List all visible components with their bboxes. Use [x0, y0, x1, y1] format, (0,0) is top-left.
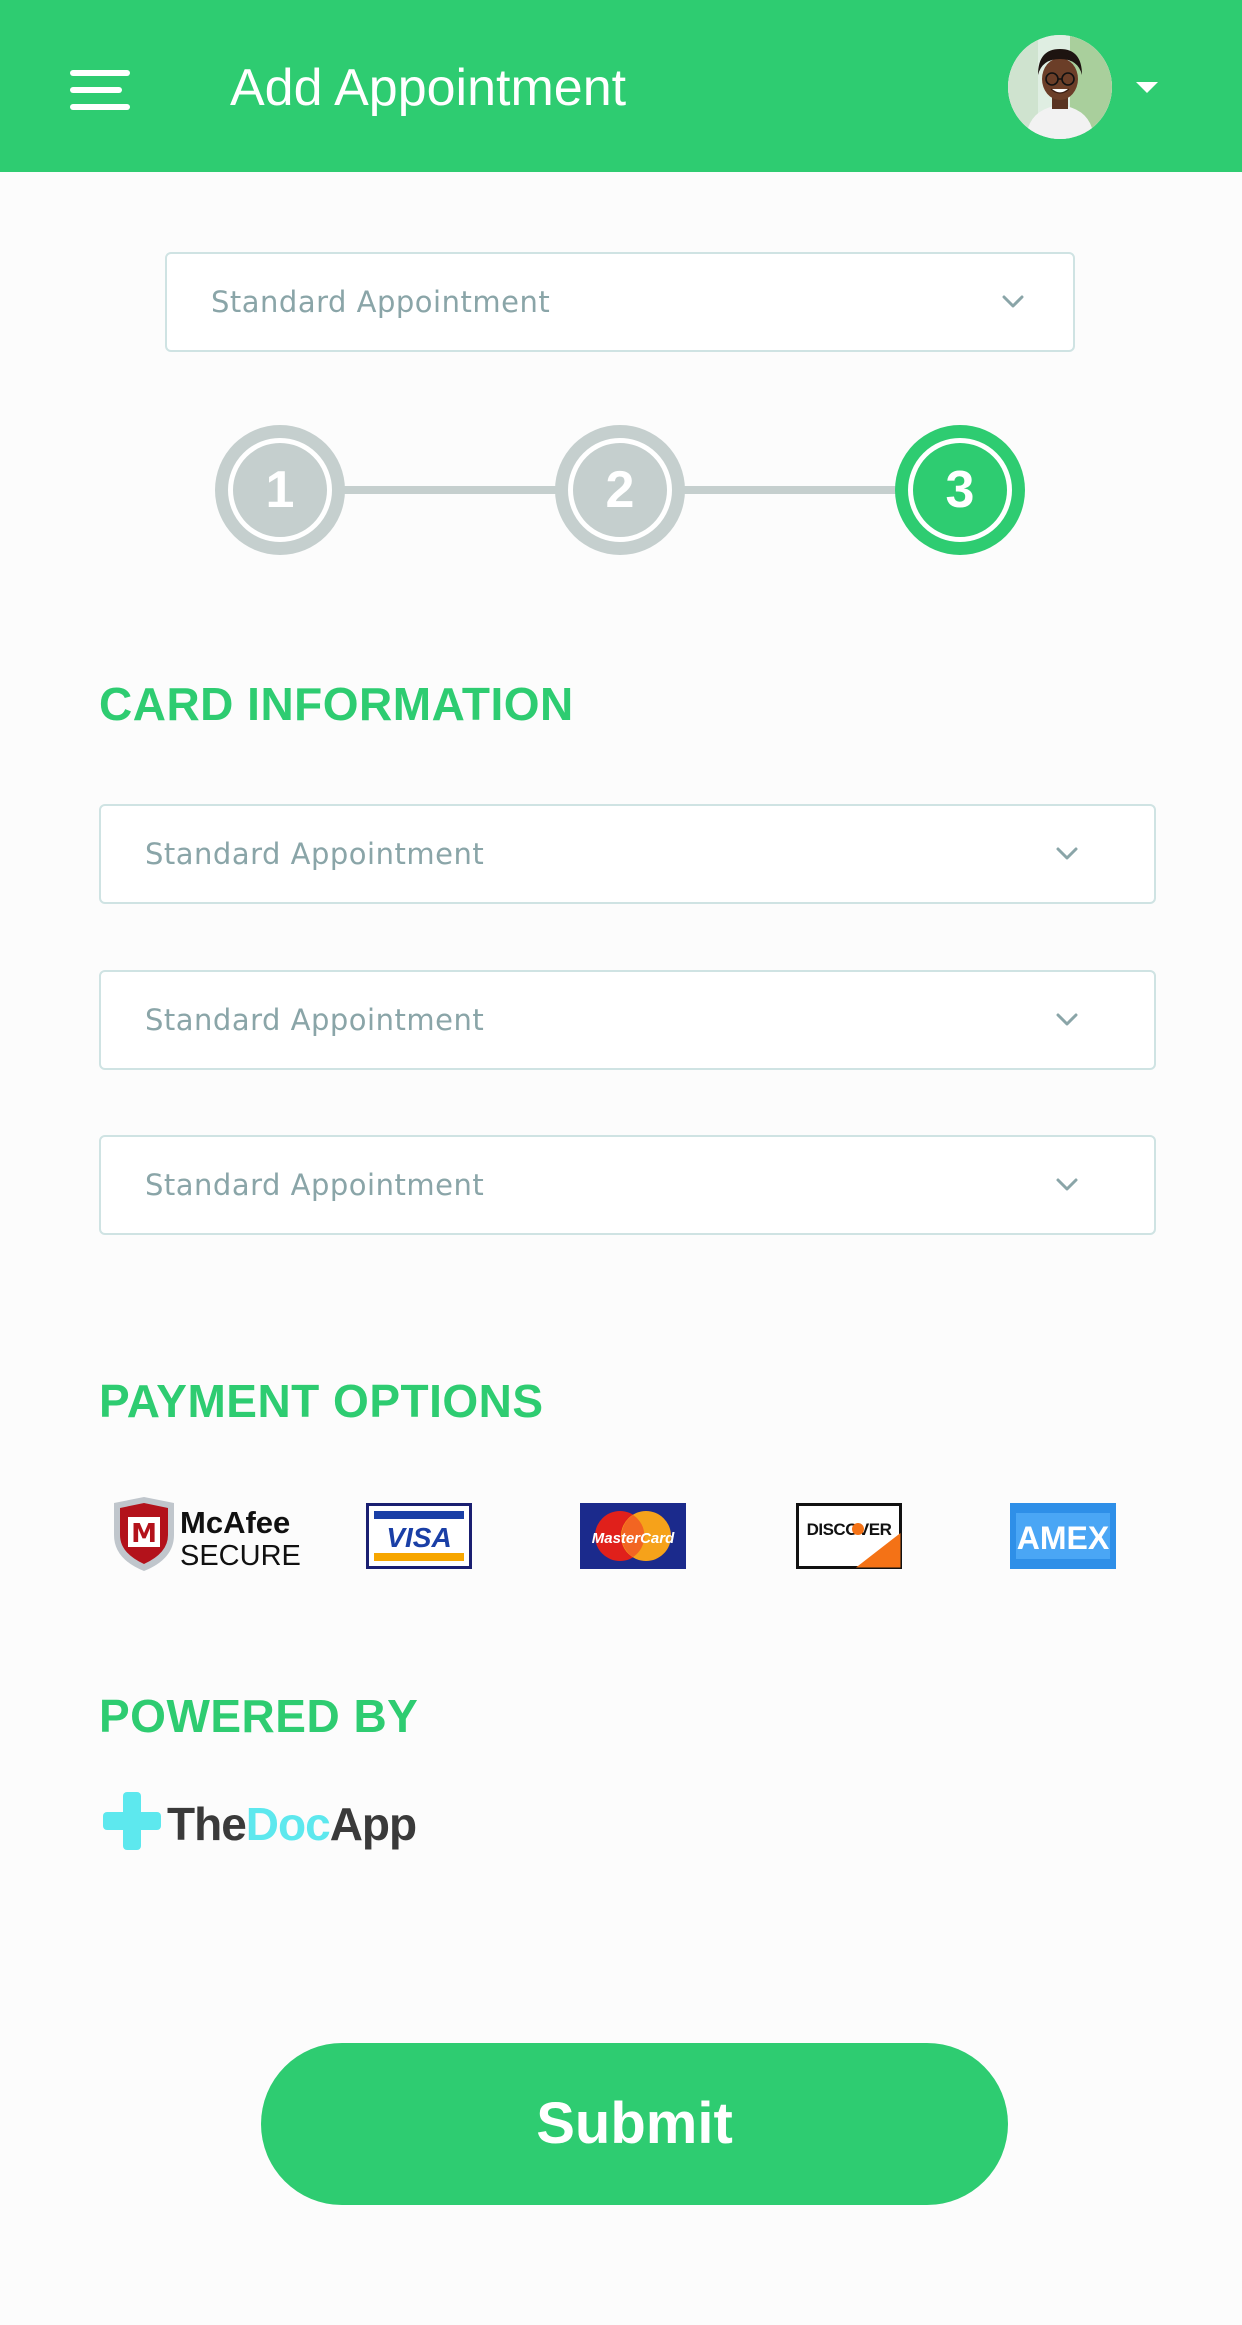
step-2-number: 2 — [568, 438, 672, 542]
chevron-down-icon — [1002, 295, 1024, 308]
submit-button[interactable]: Submit — [261, 2043, 1008, 2205]
amex-logo: AMEX — [1010, 1503, 1116, 1569]
card-field-2-value: Standard Appointment — [145, 1003, 485, 1037]
thedocapp-logo: TheDocApp — [99, 1790, 459, 1860]
step-3[interactable]: 3 — [895, 425, 1025, 555]
step-2[interactable]: 2 — [555, 425, 685, 555]
caret-down-icon[interactable] — [1136, 82, 1158, 93]
amex-text: AMEX — [1017, 1520, 1110, 1556]
step-connector — [675, 486, 905, 494]
user-avatar[interactable] — [1008, 35, 1112, 139]
app-bar: Add Appointment — [0, 0, 1242, 172]
powered-by-title: POWERED BY — [99, 1690, 419, 1742]
brand-part-the: The — [167, 1798, 246, 1850]
mastercard-logo: MasterCard — [580, 1503, 686, 1569]
step-connector — [335, 486, 565, 494]
hamburger-menu-icon[interactable] — [70, 70, 130, 110]
appointment-type-select[interactable]: Standard Appointment — [165, 252, 1075, 352]
mcafee-line1: McAfee — [180, 1505, 290, 1540]
mcafee-line2: SECURE — [180, 1540, 301, 1572]
progress-stepper: 1 2 3 — [215, 425, 1025, 555]
svg-text:TheDocApp: TheDocApp — [167, 1798, 416, 1850]
svg-text:M: M — [131, 1519, 157, 1549]
visa-text: VISA — [386, 1522, 451, 1553]
step-1[interactable]: 1 — [215, 425, 345, 555]
card-field-1-value: Standard Appointment — [145, 837, 485, 871]
card-field-2-select[interactable]: Standard Appointment — [99, 970, 1156, 1070]
step-1-number: 1 — [228, 438, 332, 542]
card-information-title: CARD INFORMATION — [99, 678, 574, 730]
chevron-down-icon — [1056, 1178, 1078, 1191]
brand-part-doc: Doc — [246, 1798, 330, 1850]
mcafee-secure-logo: M McAfee SECURE — [108, 1495, 303, 1575]
brand-part-app: App — [330, 1798, 416, 1850]
chevron-down-icon — [1056, 847, 1078, 860]
appointment-type-value: Standard Appointment — [211, 285, 551, 319]
visa-logo: VISA — [366, 1503, 472, 1569]
step-3-number: 3 — [908, 438, 1012, 542]
card-field-3-select[interactable]: Standard Appointment — [99, 1135, 1156, 1235]
discover-text: DISCOVER — [807, 1520, 892, 1539]
payment-options-title: PAYMENT OPTIONS — [99, 1375, 544, 1427]
card-field-1-select[interactable]: Standard Appointment — [99, 804, 1156, 904]
card-field-3-value: Standard Appointment — [145, 1168, 485, 1202]
page-title: Add Appointment — [230, 59, 627, 117]
chevron-down-icon — [1056, 1013, 1078, 1026]
mastercard-text: MasterCard — [592, 1530, 675, 1547]
discover-logo: DISCOVER — [796, 1503, 902, 1569]
